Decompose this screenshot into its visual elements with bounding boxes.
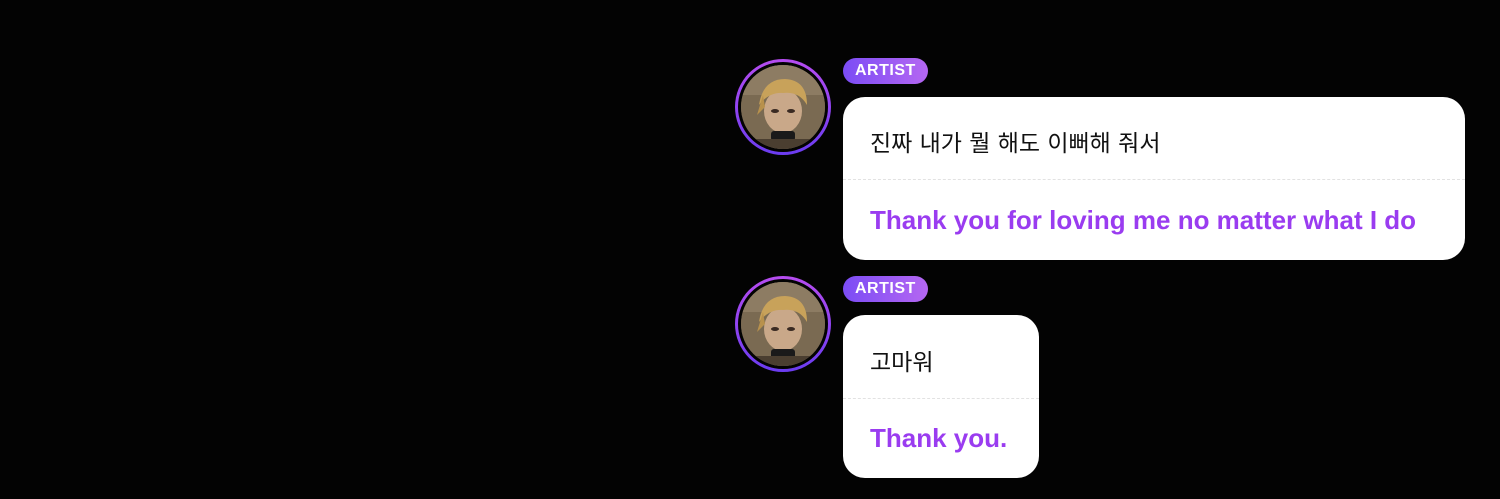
original-text: 고마워 — [870, 350, 934, 376]
profile-photo-icon — [741, 65, 825, 149]
chat-screen: ARTIST 진짜 내가 뭘 해도 이뻐해 줘서 Thank you for l… — [0, 0, 1500, 499]
translation-text: Thank you. — [870, 423, 1008, 453]
message-bubble[interactable]: 고마워 Thank you. — [843, 315, 1039, 478]
divider — [843, 179, 1465, 180]
avatar-photo — [738, 279, 828, 369]
profile-photo-icon — [741, 282, 825, 366]
avatar[interactable] — [735, 276, 831, 372]
message-bubble[interactable]: 진짜 내가 뭘 해도 이뻐해 줘서 Thank you for loving m… — [843, 97, 1465, 260]
avatar[interactable] — [735, 59, 831, 155]
translation-text: Thank you for loving me no matter what I… — [870, 205, 1417, 235]
artist-badge: ARTIST — [843, 276, 928, 302]
avatar-photo — [738, 62, 828, 152]
divider — [843, 398, 1039, 399]
artist-badge: ARTIST — [843, 58, 928, 84]
original-text: 진짜 내가 뭘 해도 이뻐해 줘서 — [870, 131, 1161, 157]
